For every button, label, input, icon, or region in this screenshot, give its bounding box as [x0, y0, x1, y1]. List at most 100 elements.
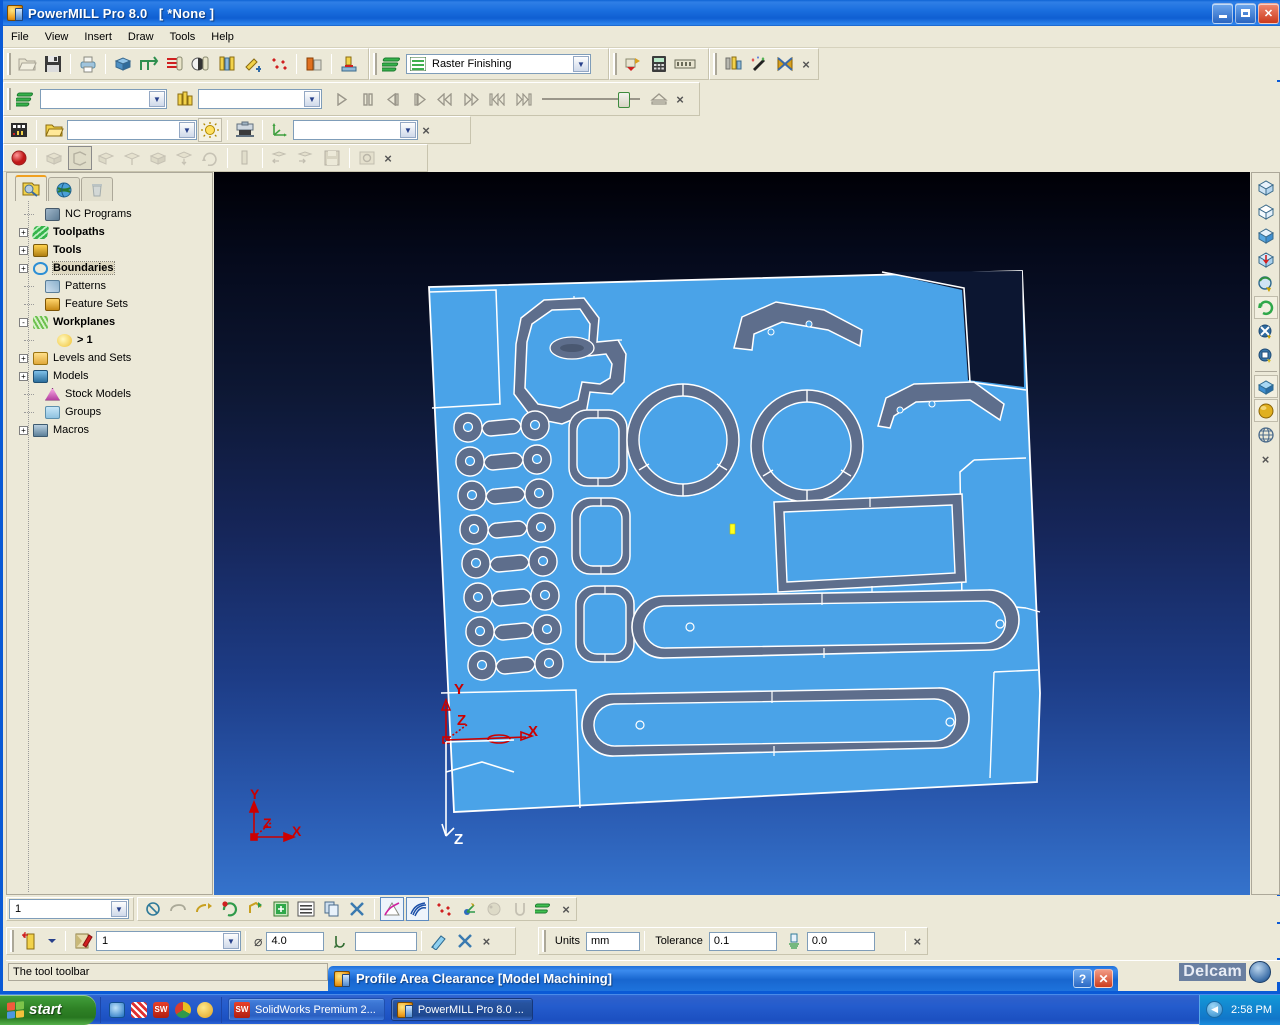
profile-area-clearance-dialog-titlebar[interactable]: Profile Area Clearance [Model Machining]… [328, 966, 1118, 991]
shade-draft-icon[interactable] [172, 146, 196, 170]
simulation-speed-slider[interactable] [542, 91, 640, 107]
wireframe-globe-icon[interactable] [1254, 423, 1278, 446]
iso3-view-icon[interactable] [1254, 224, 1278, 247]
step-forward-icon[interactable] [407, 87, 431, 111]
step-back-icon[interactable] [381, 87, 405, 111]
save-icon[interactable] [320, 146, 344, 170]
tree-item-toolpaths[interactable]: +Toolpaths [9, 223, 210, 241]
tree-item-stock-models[interactable]: Stock Models [9, 385, 210, 403]
draw-tool-preview-icon[interactable] [427, 929, 451, 953]
refresh-toolpath-icon[interactable] [218, 897, 242, 921]
toolpath-start-point-icon[interactable] [189, 52, 213, 76]
tree-item-nc-programs[interactable]: NC Programs [9, 205, 210, 223]
menu-draw[interactable]: Draw [120, 29, 162, 45]
collapse-icon[interactable]: - [19, 318, 28, 327]
previous-view-icon[interactable] [1254, 272, 1278, 295]
tree-item-boundaries[interactable]: +Boundaries [9, 259, 210, 277]
toolpath-list-icon[interactable] [269, 897, 293, 921]
tree-item-1[interactable]: > 1 [9, 331, 210, 349]
diameter-field[interactable]: 4.0 [266, 932, 324, 951]
rewind-icon[interactable] [433, 87, 457, 111]
close-toolbar-button[interactable]: × [672, 91, 688, 107]
emoticon-icon[interactable] [197, 1002, 213, 1018]
tree-item-tools[interactable]: +Tools [9, 241, 210, 259]
close-toolbar-button[interactable]: × [1258, 451, 1274, 467]
expand-icon[interactable]: + [19, 246, 28, 255]
draw-toolpath-lines-icon[interactable] [534, 897, 558, 921]
units-field[interactable]: mm [586, 932, 640, 951]
print-icon[interactable] [76, 52, 100, 76]
project-explorer-tab[interactable] [15, 175, 47, 201]
iso4-view-icon[interactable] [1254, 248, 1278, 271]
redo-icon[interactable] [192, 897, 216, 921]
fit-view-icon[interactable] [1254, 320, 1278, 343]
eject-icon[interactable] [647, 87, 671, 111]
menu-view[interactable]: View [37, 29, 77, 45]
tool-list-icon[interactable] [173, 87, 197, 111]
tip-radius-field[interactable] [355, 932, 417, 951]
close-toolbar-button[interactable]: × [380, 150, 396, 166]
menu-tools[interactable]: Tools [162, 29, 204, 45]
toolpath-icon[interactable] [15, 87, 39, 111]
3d-viewport[interactable]: Y X Z Z Y X Z [214, 172, 1250, 895]
tree-item-levels-and-sets[interactable]: +Levels and Sets [9, 349, 210, 367]
desktop-icon[interactable] [131, 1002, 147, 1018]
shaded-view-icon[interactable] [1254, 375, 1278, 398]
calculator-icon[interactable] [647, 52, 671, 76]
strategy-combo[interactable]: Raster Finishing ▼ [406, 54, 591, 74]
toolbar-grip[interactable] [373, 53, 377, 75]
chevron-down-icon[interactable]: ▼ [400, 122, 416, 138]
block-icon[interactable] [111, 52, 135, 76]
expand-icon[interactable]: + [19, 264, 28, 273]
taskbar-item-solidworks[interactable]: SW SolidWorks Premium 2... [228, 998, 385, 1021]
taskbar-item-powermill[interactable]: PowerMILL Pro 8.0 ... [391, 998, 533, 1021]
iso1-view-icon[interactable] [1254, 176, 1278, 199]
delete-toolpath-icon[interactable] [346, 897, 370, 921]
tree-item-workplanes[interactable]: -Workplanes [9, 313, 210, 331]
solidworks-icon[interactable]: SW [153, 1002, 169, 1018]
toolbar-grip[interactable] [7, 53, 11, 75]
copy-toolpath-icon[interactable] [320, 897, 344, 921]
chevron-down-icon[interactable]: ▼ [111, 901, 127, 917]
shade-none-icon[interactable] [42, 146, 66, 170]
toolpath-verify-icon[interactable] [721, 52, 745, 76]
zoom-box-icon[interactable] [1254, 344, 1278, 367]
tool-icon[interactable] [215, 52, 239, 76]
machine-tool-icon[interactable] [337, 52, 361, 76]
close-toolbar-button[interactable]: × [798, 56, 814, 72]
tray-expander-button[interactable]: ◀ [1206, 1001, 1223, 1018]
shade-wireframe-icon[interactable] [146, 146, 170, 170]
record-macro-icon[interactable] [7, 146, 31, 170]
delete-tool-icon[interactable] [453, 929, 477, 953]
start-button[interactable]: start [0, 995, 96, 1025]
fast-forward-icon[interactable] [459, 87, 483, 111]
level-combo[interactable]: 1 ▼ [9, 899, 129, 919]
close-toolbar-button[interactable]: × [418, 122, 434, 138]
to-start-icon[interactable] [485, 87, 509, 111]
maximize-button[interactable] [1235, 3, 1256, 24]
tree-item-groups[interactable]: Groups [9, 403, 210, 421]
info-icon[interactable] [355, 146, 379, 170]
play-icon[interactable] [329, 87, 353, 111]
menu-help[interactable]: Help [203, 29, 242, 45]
undo-icon[interactable] [167, 897, 191, 921]
chevron-down-icon[interactable] [44, 929, 60, 953]
tree-item-models[interactable]: +Models [9, 367, 210, 385]
view-combo[interactable]: ▼ [67, 120, 197, 140]
plain-shade-icon[interactable] [1254, 399, 1278, 422]
tolerance-field[interactable]: 0.1 [709, 932, 777, 951]
feeds-and-speeds-icon[interactable] [241, 52, 265, 76]
iso2-view-icon[interactable] [1254, 200, 1278, 223]
feature-wizard-icon[interactable] [747, 52, 771, 76]
viewmill-icon[interactable] [673, 52, 697, 76]
chevron-down-icon[interactable]: ▼ [223, 933, 239, 949]
shade-rainbow-icon[interactable] [120, 146, 144, 170]
tree-item-macros[interactable]: +Macros [9, 421, 210, 439]
setup-sheet-icon[interactable] [773, 52, 797, 76]
thickness-icon[interactable] [783, 929, 806, 953]
to-end-icon[interactable] [511, 87, 535, 111]
draw-workplane-icon[interactable] [457, 897, 481, 921]
menu-insert[interactable]: Insert [76, 29, 120, 45]
draw-points-icon[interactable] [431, 897, 455, 921]
draw-toolpath-icon[interactable] [406, 897, 430, 921]
